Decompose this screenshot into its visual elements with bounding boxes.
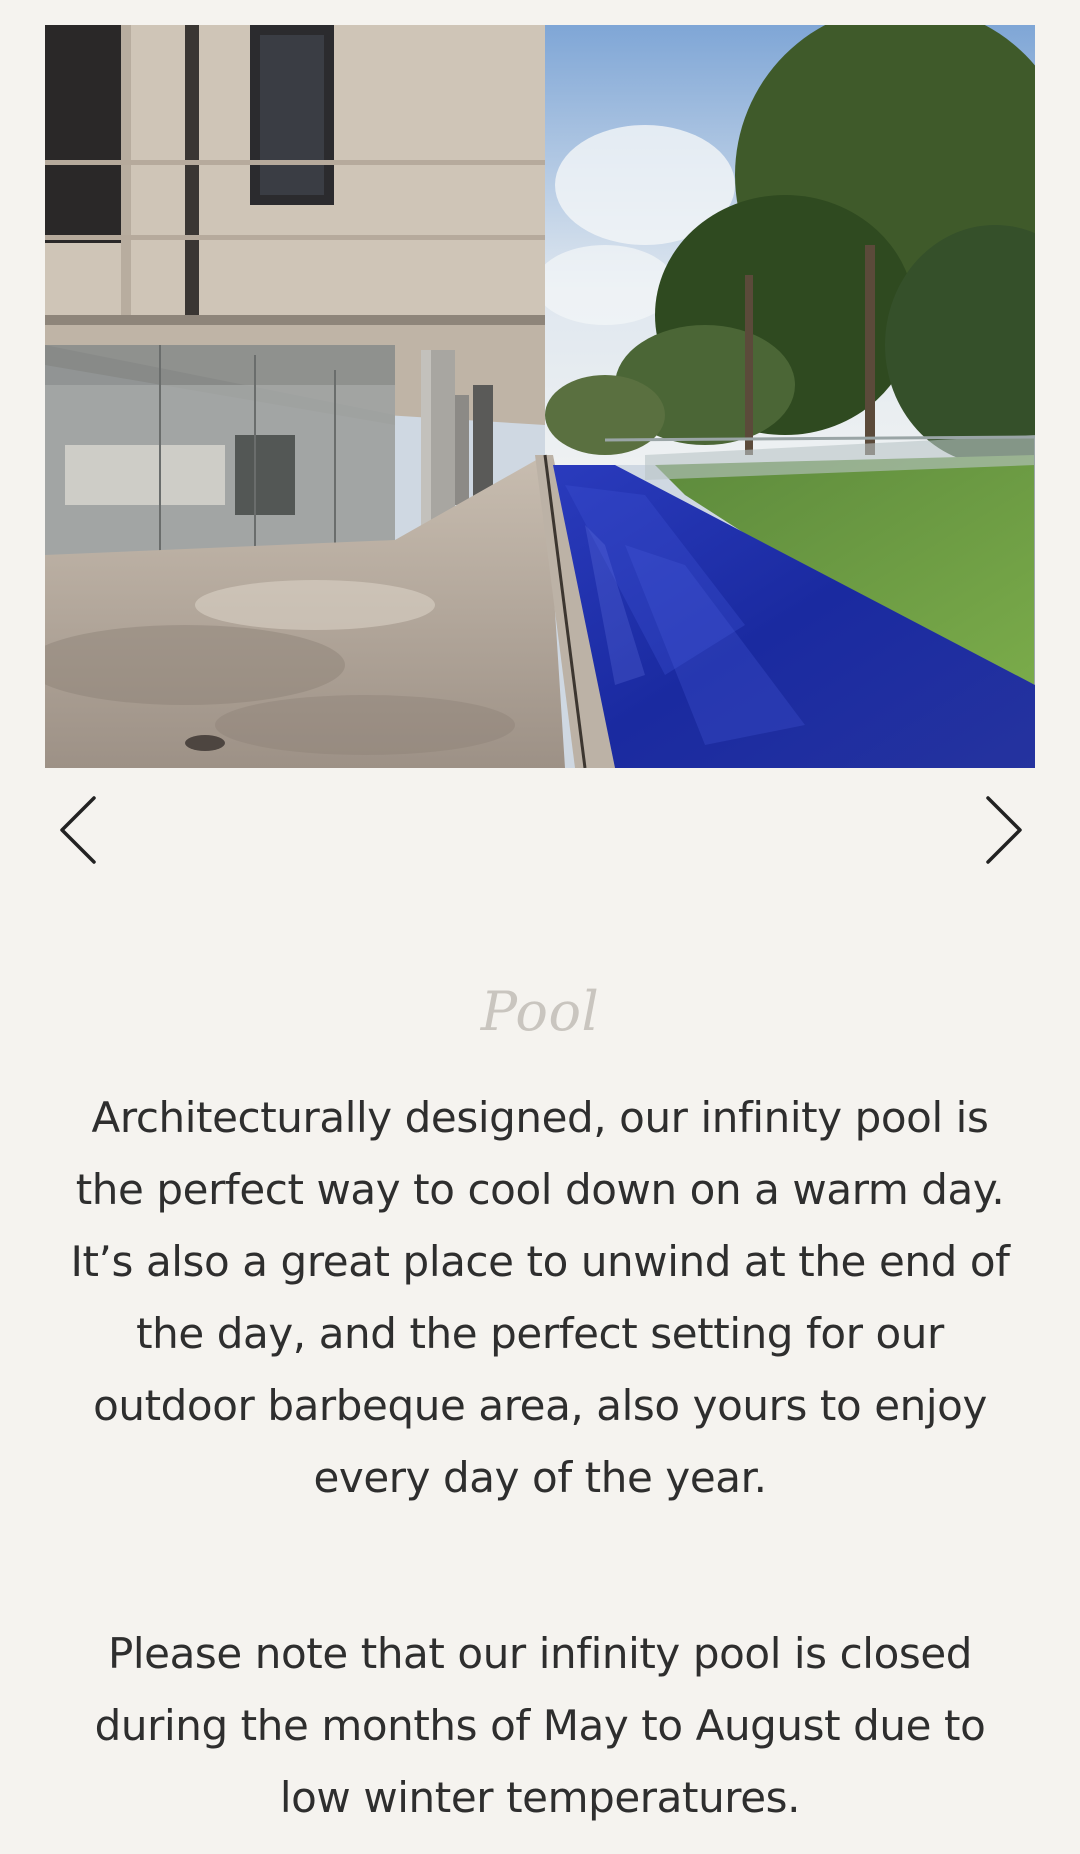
pool-closure-notice: Please note that our infinity pool is cl… (94, 1629, 986, 1822)
chevron-right-icon (986, 796, 1022, 864)
pool-photo (45, 25, 1035, 768)
section-title: Pool (480, 980, 600, 1043)
pool-description: Architecturally designed, our infinity p… (70, 1093, 1010, 1502)
pool-photo-illustration (45, 25, 1035, 768)
carousel-next-button[interactable] (970, 790, 1030, 870)
carousel-prev-button[interactable] (52, 790, 112, 870)
chevron-left-icon (60, 796, 96, 864)
